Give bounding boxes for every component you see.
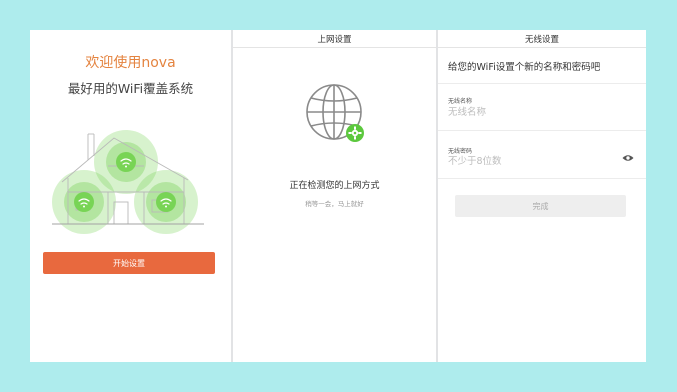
divider (438, 130, 646, 131)
house-wifi-illustration (52, 130, 204, 234)
globe-icon (306, 84, 364, 142)
divider (438, 178, 646, 179)
wireless-setup-heading: 给您的WiFi设置个新的名称和密码吧 (448, 62, 601, 73)
divider (438, 83, 646, 84)
show-password-eye-icon[interactable] (622, 154, 634, 162)
wifi-name-input[interactable] (446, 105, 620, 119)
internet-setup-panel: 上网设置 正在检测您的上网方式 稍等一会，马上就好 (233, 30, 436, 362)
welcome-subtitle: 最好用的WiFi覆盖系统 (67, 81, 194, 96)
done-button[interactable]: 完成 (455, 195, 626, 217)
start-setup-button[interactable]: 开始设置 (43, 252, 215, 274)
wait-hint: 稍等一会，马上就好 (305, 200, 364, 208)
internet-setup-title: 上网设置 (233, 30, 436, 48)
setup-panels: 欢迎使用nova 最好用的WiFi覆盖系统 开始设置 上网设置 正在检测您的上网… (30, 30, 646, 362)
detection-status: 正在检测您的上网方式 (289, 181, 380, 191)
welcome-title: 欢迎使用nova (85, 55, 176, 71)
welcome-panel: 欢迎使用nova 最好用的WiFi覆盖系统 开始设置 (30, 30, 231, 362)
wireless-setup-panel: 无线设置 给您的WiFi设置个新的名称和密码吧 无线名称 无线密码 完成 (438, 30, 646, 362)
wireless-setup-title: 无线设置 (438, 30, 646, 48)
wifi-name-label: 无线名称 (448, 98, 473, 105)
wifi-password-input[interactable] (446, 154, 620, 168)
